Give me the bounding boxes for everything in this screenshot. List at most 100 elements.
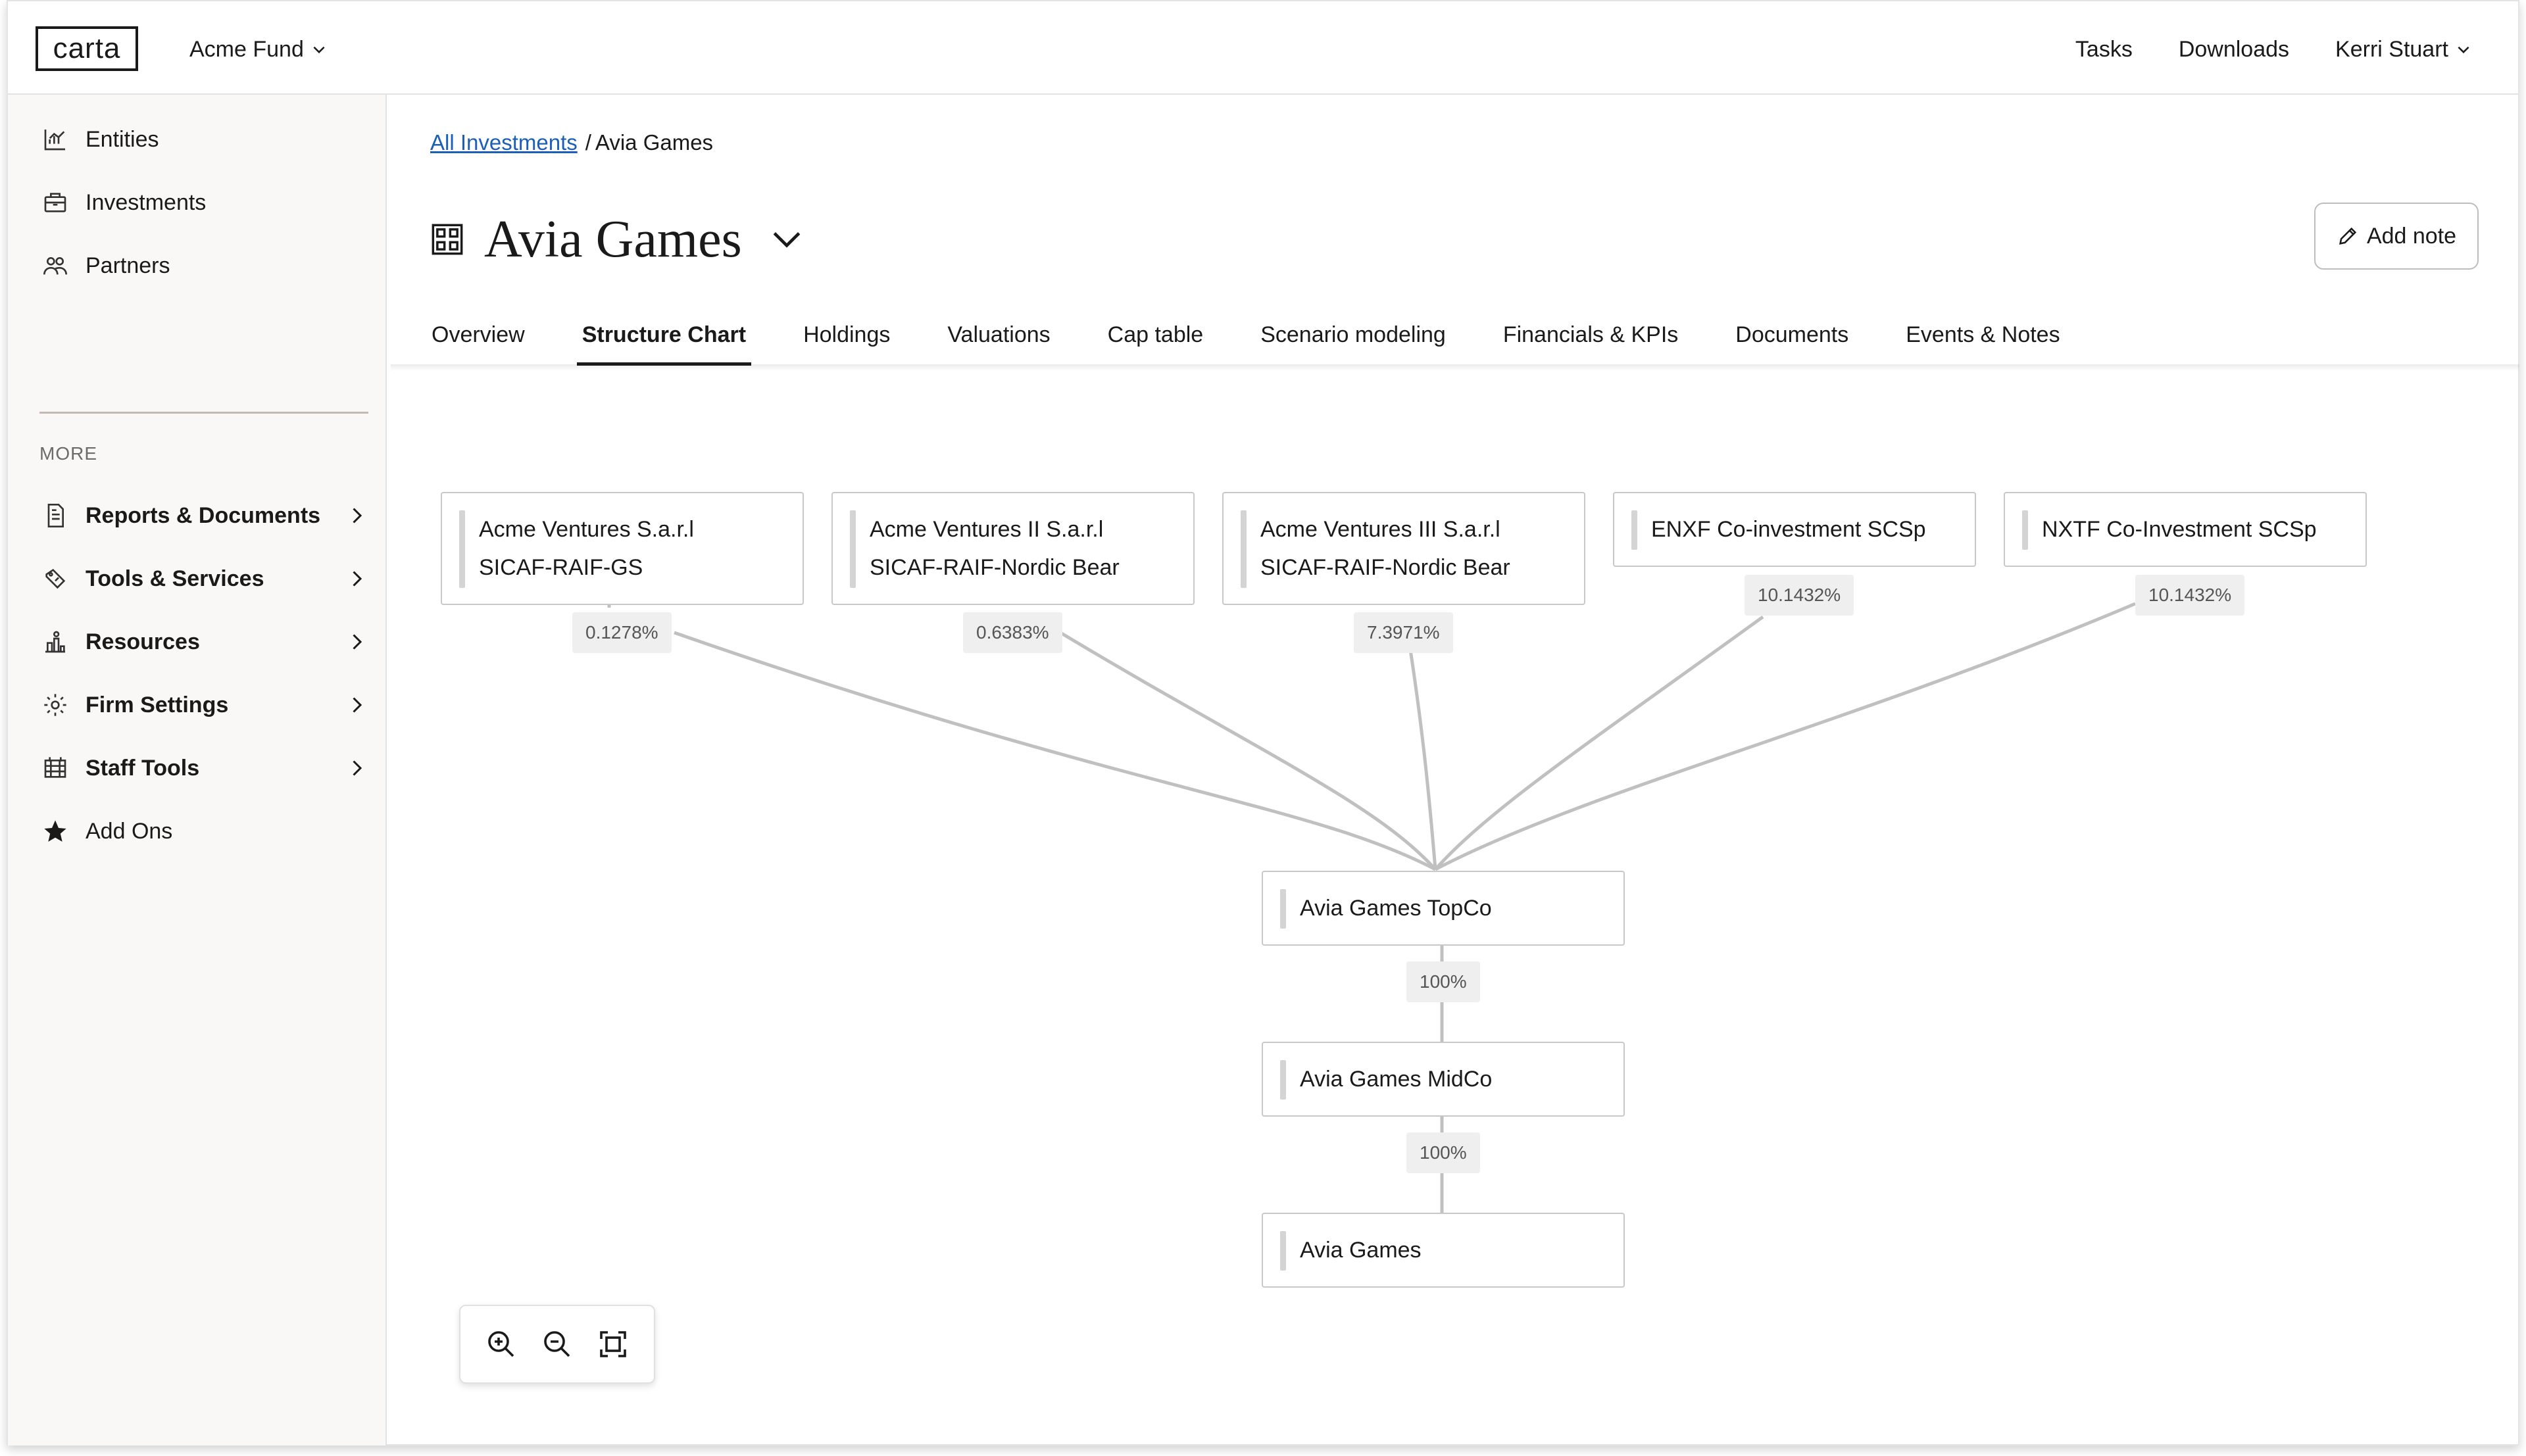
sidebar-item-firm-settings[interactable]: Firm Settings <box>39 685 368 725</box>
node-accent-bar <box>1280 1231 1286 1271</box>
sidebar-item-entities[interactable]: Entities <box>39 120 368 159</box>
node-label: Avia Games MidCo <box>1300 1067 1493 1092</box>
ownership-badge: 0.6383% <box>963 612 1062 653</box>
node-accent-bar <box>1241 510 1247 588</box>
zoom-in-button[interactable] <box>482 1324 521 1364</box>
connector-line <box>1059 631 1437 871</box>
tab-holdings[interactable]: Holdings <box>795 317 898 366</box>
sidebar-item-staff-tools[interactable]: Staff Tools <box>39 748 368 788</box>
tab-structure-chart[interactable]: Structure Chart <box>574 317 754 366</box>
staff-tools-icon <box>39 752 71 784</box>
user-name: Kerri Stuart <box>2335 36 2448 62</box>
sidebar-item-partners[interactable]: Partners <box>39 246 368 285</box>
fit-to-screen-button[interactable] <box>593 1324 633 1364</box>
connector-line <box>1434 602 2136 871</box>
add-note-button[interactable]: Add note <box>2314 203 2479 270</box>
company-grid-icon <box>432 224 463 255</box>
document-icon <box>39 500 71 531</box>
tab-valuations[interactable]: Valuations <box>939 317 1058 366</box>
people-icon <box>39 250 71 281</box>
breadcrumb-link-all-investments[interactable]: All Investments <box>430 130 578 155</box>
node-label: ENXF Co-investment SCSp <box>1651 517 1926 542</box>
breadcrumb-current: Avia Games <box>595 130 714 155</box>
sidebar-item-reports-documents[interactable]: Reports & Documents <box>39 496 368 535</box>
page-title: Avia Games <box>484 210 742 268</box>
entity-node-midco[interactable]: Avia Games MidCo <box>1262 1042 1625 1117</box>
chevron-right-icon <box>353 760 362 776</box>
chevron-right-icon <box>353 508 362 523</box>
fund-name: Acme Fund <box>189 36 304 62</box>
entity-node-acme-ventures-ii[interactable]: Acme Ventures II S.a.r.l SICAF-RAIF-Nordi… <box>831 492 1195 605</box>
fund-switcher[interactable]: Acme Fund <box>189 33 328 66</box>
node-label: Acme Ventures II S.a.r.l SICAF-RAIF-Nordi… <box>870 517 1120 580</box>
node-label: Acme Ventures III S.a.r.l SICAF-RAIF-Nord… <box>1260 517 1510 580</box>
node-accent-bar <box>1631 510 1637 550</box>
sidebar-item-label: Reports & Documents <box>86 502 321 528</box>
user-menu[interactable]: Kerri Stuart <box>2335 37 2472 62</box>
tabs-divider <box>391 364 2519 371</box>
sidebar-item-label: Entities <box>86 126 159 152</box>
ownership-badge: 100% <box>1406 961 1480 1002</box>
entity-node-acme-ventures-iii[interactable]: Acme Ventures III S.a.r.l SICAF-RAIF-Nord… <box>1222 492 1585 605</box>
node-label: Avia Games TopCo <box>1300 896 1492 921</box>
tab-scenario-modeling[interactable]: Scenario modeling <box>1252 317 1454 366</box>
briefcase-icon <box>39 187 71 218</box>
sidebar-item-label: Add Ons <box>86 818 173 844</box>
sidebar-item-resources[interactable]: Resources <box>39 622 368 662</box>
chevron-down-icon <box>313 46 325 54</box>
star-icon <box>39 815 71 847</box>
sidebar-item-tools-services[interactable]: Tools & Services <box>39 559 368 598</box>
zoom-controls <box>459 1305 655 1384</box>
page-header: Avia Games <box>430 206 805 272</box>
sidebar-item-add-ons[interactable]: Add Ons <box>39 812 368 851</box>
entity-node-avia-games[interactable]: Avia Games <box>1262 1213 1625 1288</box>
tab-cap-table[interactable]: Cap table <box>1100 317 1212 366</box>
tab-financials-kpis[interactable]: Financials & KPIs <box>1495 317 1686 366</box>
chevron-right-icon <box>353 697 362 713</box>
sidebar: Entities Investments Partners MORE Repor… <box>8 95 387 1445</box>
fullscreen-icon <box>599 1331 626 1357</box>
tab-overview[interactable]: Overview <box>424 317 533 366</box>
node-label: Acme Ventures S.a.r.l SICAF-RAIF-GS <box>479 517 694 580</box>
ownership-badge: 10.1432% <box>1745 575 1854 616</box>
sidebar-item-label: Firm Settings <box>86 692 229 717</box>
chevron-down-icon[interactable] <box>768 221 805 258</box>
top-nav: Tasks Downloads Kerri Stuart <box>2075 33 2472 66</box>
app-window: carta Acme Fund Tasks Downloads Kerri St… <box>7 0 2519 1445</box>
tools-icon <box>39 563 71 595</box>
tab-documents[interactable]: Documents <box>1727 317 1856 366</box>
connector-line <box>674 631 1437 871</box>
entity-node-topco[interactable]: Avia Games TopCo <box>1262 871 1625 946</box>
node-accent-bar <box>2022 510 2028 550</box>
ownership-badge: 0.1278% <box>572 612 672 653</box>
pencil-icon <box>2339 227 2357 245</box>
connector-line <box>1406 632 1437 870</box>
zoom-in-icon <box>488 1331 514 1357</box>
sidebar-item-investments[interactable]: Investments <box>39 183 368 222</box>
sidebar-divider <box>39 412 368 414</box>
tab-bar: Overview Structure Chart Holdings Valuat… <box>424 317 2110 366</box>
entity-node-acme-ventures[interactable]: Acme Ventures S.a.r.l SICAF-RAIF-GS <box>441 492 804 605</box>
node-accent-bar <box>1280 1060 1286 1100</box>
node-label: Avia Games <box>1300 1238 1422 1263</box>
ownership-badge: 7.3971% <box>1354 612 1453 653</box>
breadcrumb: All Investments / Avia Games <box>430 130 713 155</box>
chevron-down-icon <box>2458 46 2469 54</box>
node-label: NXTF Co-Investment SCSp <box>2042 517 2317 542</box>
top-bar: carta Acme Fund Tasks Downloads Kerri St… <box>8 1 2518 95</box>
tab-events-notes[interactable]: Events & Notes <box>1898 317 2068 366</box>
sidebar-item-label: Resources <box>86 629 200 654</box>
carta-logo[interactable]: carta <box>36 26 138 71</box>
resources-icon <box>39 626 71 658</box>
chevron-right-icon <box>353 634 362 650</box>
sidebar-section-label: MORE <box>39 443 97 464</box>
entity-node-nxtf-co-investment[interactable]: NXTF Co-Investment SCSp <box>2004 492 2367 567</box>
node-accent-bar <box>1280 889 1286 929</box>
zoom-out-button[interactable] <box>537 1324 577 1364</box>
breadcrumb-separator: / <box>585 130 591 155</box>
node-accent-bar <box>850 510 856 588</box>
tasks-link[interactable]: Tasks <box>2075 37 2133 62</box>
downloads-link[interactable]: Downloads <box>2179 37 2289 62</box>
sidebar-item-label: Tools & Services <box>86 566 264 591</box>
entity-node-enxf-co-investment[interactable]: ENXF Co-investment SCSp <box>1613 492 1976 567</box>
